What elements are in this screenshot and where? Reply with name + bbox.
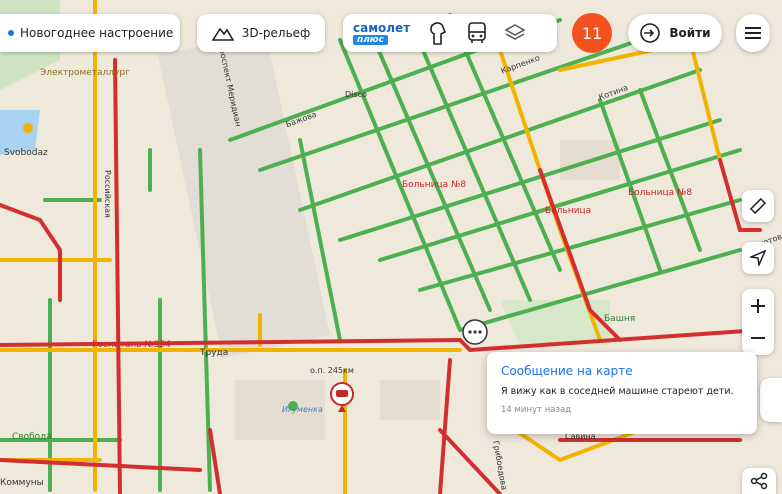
place-label: Башня bbox=[604, 314, 636, 324]
popup-title[interactable]: Сообщение на карте bbox=[501, 364, 743, 378]
menu-button[interactable] bbox=[736, 14, 770, 52]
gesture-icon[interactable] bbox=[428, 20, 450, 46]
bus-icon[interactable] bbox=[466, 21, 488, 45]
map-message-popup[interactable]: Сообщение на карте Я вижу как в соседней… bbox=[487, 352, 757, 434]
locate-button[interactable] bbox=[742, 242, 774, 274]
place-label: Электрометаллург bbox=[40, 68, 130, 78]
dot-icon bbox=[8, 30, 14, 36]
minus-icon[interactable] bbox=[749, 329, 767, 347]
new-year-mood-button[interactable]: Новогоднее настроение bbox=[0, 14, 180, 52]
place-label: Игуменка bbox=[282, 405, 323, 414]
message-marker[interactable] bbox=[462, 319, 488, 345]
relief-3d-button[interactable]: 3D-рельеф bbox=[197, 14, 325, 52]
services-panel: самолет плюс bbox=[343, 14, 557, 52]
place-label: Svobodaz bbox=[4, 148, 48, 158]
poi-marker bbox=[23, 123, 33, 133]
ruler-icon bbox=[749, 197, 767, 215]
side-panel-handle[interactable] bbox=[760, 378, 782, 422]
mountain-icon bbox=[211, 27, 234, 41]
notifications-badge[interactable]: 11 bbox=[572, 13, 612, 53]
street-label: Российская bbox=[103, 170, 112, 218]
place-label: Свобода bbox=[12, 432, 52, 442]
relief-3d-label: 3D-рельеф bbox=[241, 26, 311, 40]
street-label: Труда bbox=[200, 348, 229, 358]
place-label: Disco bbox=[345, 90, 367, 99]
hospital-label: Больница bbox=[545, 206, 592, 216]
samolet-label: самолет bbox=[353, 20, 411, 35]
notifications-count: 11 bbox=[581, 23, 603, 43]
chat-bubble-icon bbox=[468, 330, 472, 334]
locate-arrow-icon bbox=[750, 250, 766, 266]
popup-timestamp: 14 минут назад bbox=[501, 405, 572, 415]
login-arrow-icon bbox=[640, 23, 661, 43]
block bbox=[380, 380, 440, 420]
plus-label: плюс bbox=[353, 34, 388, 45]
popup-body: Я вижу как в соседней машине стареют дет… bbox=[501, 386, 734, 397]
plus-icon[interactable] bbox=[749, 297, 767, 315]
share-icon bbox=[750, 472, 768, 490]
new-year-mood-label: Новогоднее настроение bbox=[20, 26, 174, 40]
station-label: о.п. 245км bbox=[310, 366, 354, 375]
login-label: Войти bbox=[669, 26, 711, 40]
menu-icon bbox=[745, 27, 761, 39]
samolet-plus-logo[interactable]: самолет плюс bbox=[353, 20, 411, 45]
hospital-label: Больница №8 bbox=[628, 188, 693, 198]
car-crash-icon bbox=[336, 390, 348, 397]
street-label: Коммуны bbox=[0, 478, 44, 488]
ruler-button[interactable] bbox=[742, 190, 774, 222]
zoom-control bbox=[742, 289, 774, 355]
hospital-label: Госпиталь №354 bbox=[92, 340, 171, 350]
layers-icon[interactable] bbox=[504, 22, 526, 44]
share-button[interactable] bbox=[742, 468, 776, 494]
hospital-label: Больница №8 bbox=[402, 180, 467, 190]
login-button[interactable]: Войти bbox=[628, 14, 722, 52]
